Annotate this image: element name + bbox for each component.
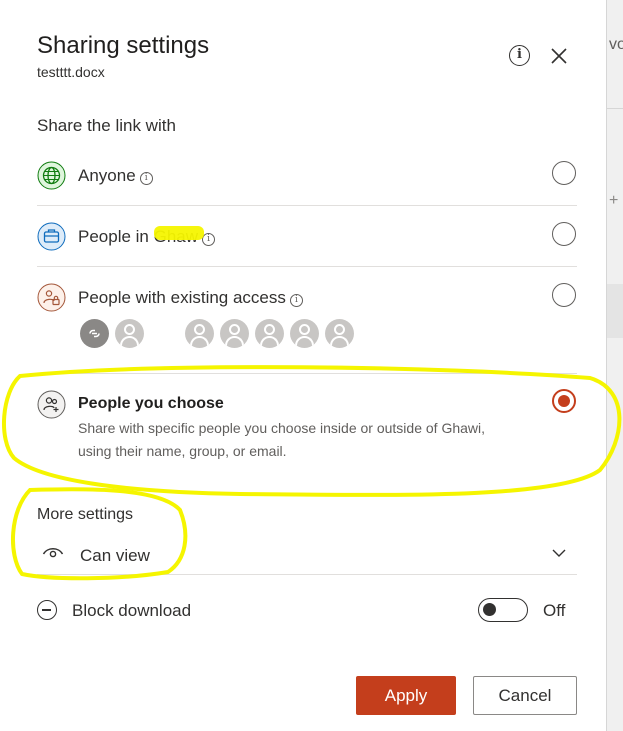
block-download-label: Block download	[72, 601, 192, 620]
option-existing-access-label: People with existing access i	[78, 288, 303, 308]
option-people-in-org[interactable]: People in Ghaw i	[37, 206, 577, 267]
block-download-state: Off	[543, 601, 566, 620]
radio-people-in-org[interactable]	[552, 222, 576, 246]
block-icon	[37, 600, 57, 620]
apply-button[interactable]: Apply	[356, 676, 456, 715]
info-icon[interactable]: i	[289, 294, 303, 307]
option-people-you-choose-description: Share with specific people you choose in…	[78, 420, 486, 459]
option-people-in-org-text: People in Ghaw	[78, 227, 199, 246]
option-anyone-label: Anyone i	[78, 166, 153, 186]
option-anyone[interactable]: Anyone i	[37, 145, 577, 206]
chevron-down-icon[interactable]	[551, 547, 567, 559]
share-link-with-label: Share the link with	[37, 116, 176, 135]
background-divider	[607, 108, 623, 109]
background-partial-text: vo	[609, 36, 623, 53]
radio-anyone[interactable]	[552, 161, 576, 185]
people-add-icon	[37, 390, 66, 419]
more-settings-label: More settings	[37, 506, 134, 523]
cancel-button[interactable]: Cancel	[473, 676, 577, 715]
people-lock-icon	[37, 283, 66, 312]
background-plus-icon: +	[609, 192, 619, 209]
avatar	[325, 319, 354, 348]
avatar	[220, 319, 249, 348]
permission-dropdown[interactable]: Can view	[37, 537, 577, 575]
info-icon[interactable]: i	[139, 172, 153, 185]
block-download-toggle[interactable]	[478, 598, 528, 622]
avatar	[115, 319, 144, 348]
avatar	[185, 319, 214, 348]
dialog-title: Sharing settings	[37, 32, 210, 59]
option-people-in-org-label: People in Ghaw i	[78, 227, 216, 247]
background-app-strip: vo +	[606, 0, 623, 731]
permission-value: Can view	[80, 546, 150, 565]
option-existing-access-text: People with existing access	[78, 288, 286, 307]
eye-icon	[42, 548, 64, 558]
option-people-you-choose[interactable]: People you choose	[78, 395, 224, 413]
radio-existing-access[interactable]	[552, 283, 576, 307]
avatar	[290, 319, 319, 348]
background-panel	[607, 284, 623, 338]
close-icon[interactable]	[547, 44, 571, 68]
info-icon[interactable]: i	[202, 233, 216, 246]
info-icon[interactable]: i	[509, 45, 530, 66]
globe-icon	[37, 161, 66, 190]
link-avatar-icon	[80, 319, 109, 348]
option-anyone-text: Anyone	[78, 166, 136, 185]
sharing-settings-dialog: Sharing settings testttt.docx i Share th…	[0, 0, 606, 731]
briefcase-icon	[37, 222, 66, 251]
avatar	[255, 319, 284, 348]
file-name: testttt.docx	[37, 64, 105, 80]
radio-people-you-choose[interactable]	[552, 389, 576, 413]
